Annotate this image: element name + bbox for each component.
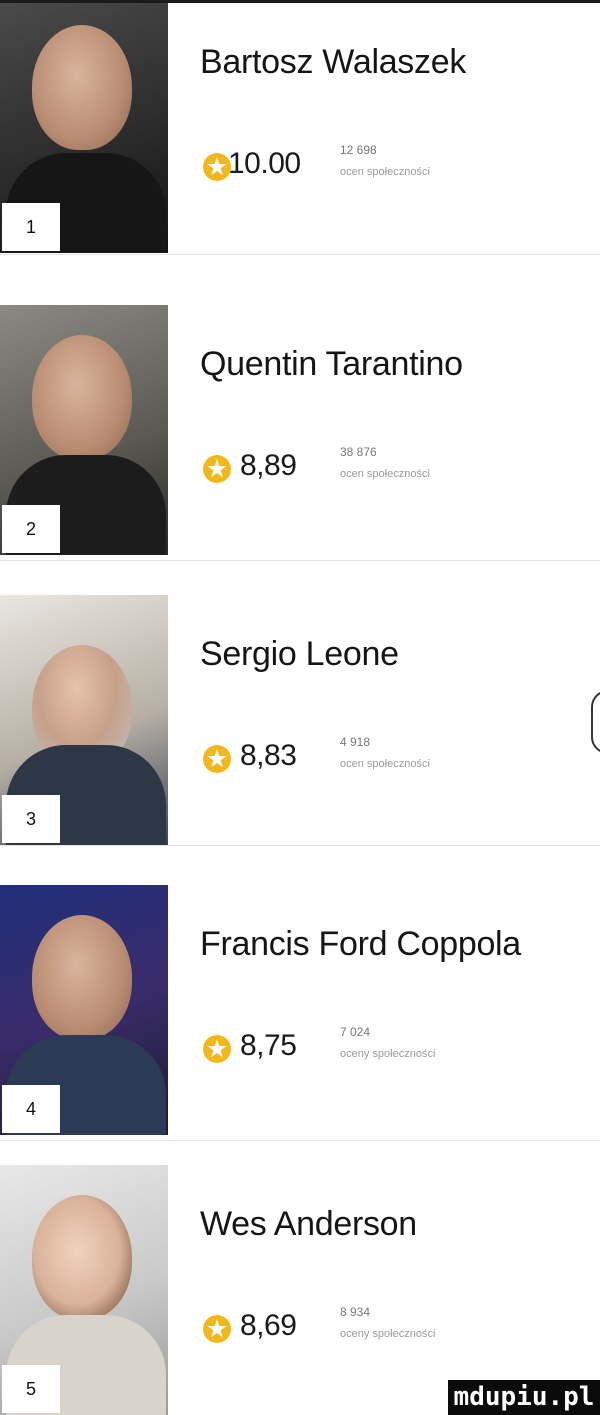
rating-score: 8,83 [240,739,297,772]
rating-count-label: oceny społeczności [340,1048,436,1060]
star-icon [203,153,231,181]
person-photo: 3 [0,595,168,845]
ranking-card-2[interactable]: 2 Quentin Tarantino 8,89 38 876 ocen spo… [0,305,600,555]
photo-face [32,335,132,460]
rating-count: 4 918 [340,735,371,749]
star-icon [203,745,231,773]
divider [0,254,600,255]
person-name[interactable]: Sergio Leone [200,635,399,674]
rating-score: 8,75 [240,1029,297,1062]
divider [0,560,600,561]
person-name[interactable]: Bartosz Walaszek [200,43,466,82]
person-photo: 1 [0,3,168,253]
star-icon [203,1315,231,1343]
ranking-card-1[interactable]: 1 Bartosz Walaszek 10.00 12 698 ocen spo… [0,3,600,253]
divider [0,845,600,846]
divider [0,1140,600,1141]
rank-badge: 2 [2,505,60,553]
person-photo: 4 [0,885,168,1135]
rating-score: 10.00 [228,147,301,180]
star-icon [203,455,231,483]
rating-count-label: ocen społeczności [340,758,430,770]
rating-count: 12 698 [340,143,377,157]
person-name[interactable]: Quentin Tarantino [200,345,463,384]
rating-count-label: oceny społeczności [340,1328,436,1340]
star-icon [203,1035,231,1063]
rating-count: 8 934 [340,1305,371,1319]
rating-count-label: ocen społeczności [340,166,430,178]
rank-badge: 4 [2,1085,60,1133]
rank-badge: 3 [2,795,60,843]
rating-count: 38 876 [340,445,377,459]
rank-badge: 1 [2,203,60,251]
photo-face [32,1195,132,1320]
watermark: mdupiu.pl [448,1380,600,1415]
person-photo: 2 [0,305,168,555]
scroll-handle[interactable] [591,690,600,754]
person-name[interactable]: Wes Anderson [200,1205,417,1244]
rank-badge: 5 [2,1365,60,1413]
ranking-card-3[interactable]: 3 Sergio Leone 8,83 4 918 ocen społeczno… [0,595,600,845]
rating-score: 8,69 [240,1309,297,1342]
ranking-card-4[interactable]: 4 Francis Ford Coppola 8,75 7 024 oceny … [0,885,600,1135]
person-name[interactable]: Francis Ford Coppola [200,925,521,964]
rating-score: 8,89 [240,449,297,482]
photo-face [32,915,132,1040]
ranking-card-5[interactable]: 5 Wes Anderson 8,69 8 934 oceny społeczn… [0,1165,600,1415]
person-photo: 5 [0,1165,168,1415]
rating-count: 7 024 [340,1025,371,1039]
rating-count-label: ocen społeczności [340,468,430,480]
photo-face [32,25,132,150]
